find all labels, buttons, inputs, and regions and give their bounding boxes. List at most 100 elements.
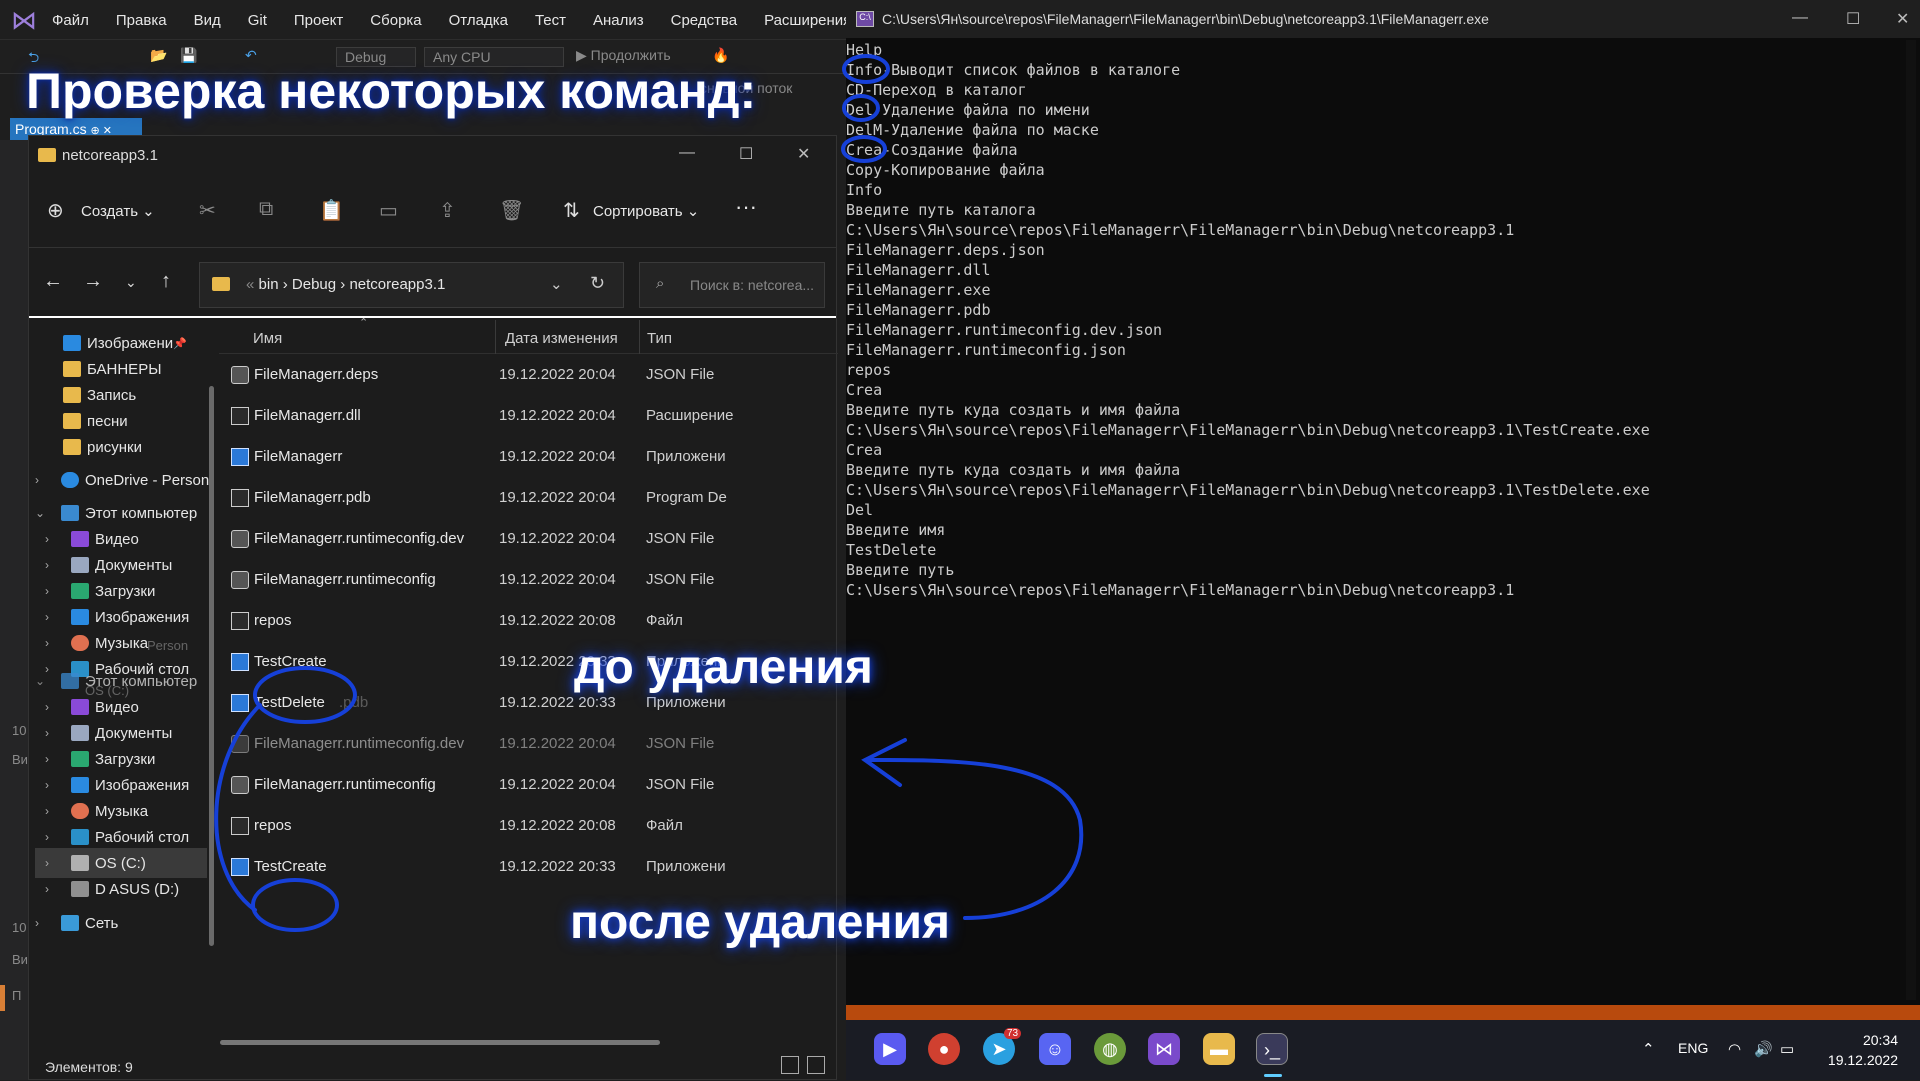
chevron-right-icon[interactable]: › bbox=[45, 882, 59, 896]
create-label: Создать bbox=[81, 203, 139, 220]
file-row[interactable]: FileManagerr.runtimeconfig 19.12.2022 20:… bbox=[219, 559, 838, 600]
file-row[interactable]: FileManagerr.deps 19.12.2022 20:04 JSON Fi… bbox=[219, 354, 838, 395]
menu-build[interactable]: Сборка bbox=[370, 12, 421, 29]
close-icon[interactable]: ✕ bbox=[797, 144, 810, 164]
sort-button[interactable]: Сортировать ⌄ bbox=[593, 202, 699, 220]
column-type[interactable]: Тип bbox=[647, 330, 672, 347]
chevron-right-icon[interactable]: › bbox=[45, 532, 59, 546]
visual-studio-icon[interactable]: ⋈ bbox=[1148, 1033, 1180, 1065]
menu-view[interactable]: Вид bbox=[194, 12, 221, 29]
visual-studio-logo-icon[interactable]: ⋈ bbox=[8, 4, 40, 36]
address-bar[interactable]: « bin › Debug › netcoreapp3.1 ⌄ ↻ bbox=[199, 262, 624, 308]
terminal-icon[interactable]: ›_ bbox=[1256, 1033, 1288, 1065]
chevron-right-icon[interactable]: › bbox=[45, 804, 59, 818]
tiles-view-icon[interactable] bbox=[807, 1056, 825, 1074]
menu-analyze[interactable]: Анализ bbox=[593, 12, 644, 29]
active-indicator bbox=[1264, 1074, 1282, 1077]
tray-chevron-icon[interactable]: ⌃ bbox=[1642, 1040, 1655, 1058]
menu-debug[interactable]: Отладка bbox=[449, 12, 508, 29]
maximize-icon[interactable]: ☐ bbox=[1846, 9, 1860, 29]
delete-icon[interactable]: 🗑 bbox=[499, 198, 524, 223]
crumb-debug[interactable]: Debug bbox=[292, 276, 336, 293]
console-line: Введите путь каталога bbox=[846, 201, 1036, 219]
nav-item-network[interactable]: › Сеть bbox=[35, 908, 118, 938]
chevron-down-icon[interactable]: ⌄ bbox=[35, 506, 49, 520]
rename-icon[interactable]: ▭ bbox=[379, 198, 398, 223]
meet-icon[interactable]: ▶ bbox=[874, 1033, 906, 1065]
console-scrollbar[interactable] bbox=[1906, 40, 1916, 1000]
recent-chevron-icon[interactable]: ⌄ bbox=[125, 274, 137, 291]
menu-extensions[interactable]: Расширения bbox=[764, 12, 851, 29]
menu-git[interactable]: Git bbox=[248, 12, 267, 29]
file-explorer-icon[interactable]: ▬ bbox=[1203, 1033, 1235, 1065]
cut-icon[interactable]: ✂ bbox=[199, 198, 216, 223]
chevron-right-icon[interactable]: › bbox=[45, 752, 59, 766]
nav-item-onedrive[interactable]: › OneDrive - Person bbox=[35, 465, 209, 495]
details-view-icon[interactable] bbox=[781, 1056, 799, 1074]
file-row[interactable]: FileManagerr.runtimeconfig.dev 19.12.2022… bbox=[219, 723, 838, 764]
folder-icon bbox=[63, 413, 81, 429]
horizontal-scrollbar[interactable] bbox=[220, 1040, 660, 1045]
system-clock[interactable]: 20:34 19.12.2022 bbox=[1828, 1030, 1898, 1070]
menu-file[interactable]: Файл bbox=[52, 12, 89, 29]
maximize-icon[interactable]: ☐ bbox=[739, 144, 753, 164]
file-row[interactable]: TestCreate 19.12.2022 20:33 Приложени bbox=[219, 846, 838, 887]
chevron-right-icon[interactable]: › bbox=[45, 830, 59, 844]
chevron-right-icon[interactable]: › bbox=[45, 610, 59, 624]
file-row[interactable]: FileManagerr 19.12.2022 20:04 Приложени bbox=[219, 436, 838, 477]
column-name[interactable]: Имя bbox=[253, 330, 282, 347]
file-row[interactable]: repos 19.12.2022 20:08 Файл bbox=[219, 805, 838, 846]
search-icon: ⌕ bbox=[656, 275, 665, 292]
file-row[interactable]: repos 19.12.2022 20:08 Файл bbox=[219, 600, 838, 641]
wifi-icon[interactable]: ◠ bbox=[1728, 1040, 1741, 1058]
chevron-right-icon[interactable]: › bbox=[45, 726, 59, 740]
nav-item[interactable]: рисунки bbox=[63, 432, 142, 462]
chrome-icon[interactable]: ● bbox=[928, 1033, 960, 1065]
paste-icon[interactable]: 📋 bbox=[319, 198, 344, 223]
nav-item[interactable]: › D ASUS (D:) bbox=[45, 874, 179, 904]
column-date[interactable]: Дата изменения bbox=[505, 330, 618, 347]
volume-icon[interactable]: 🔊 bbox=[1754, 1040, 1773, 1058]
battery-icon[interactable]: ▭ bbox=[1780, 1040, 1794, 1058]
minimize-icon[interactable]: — bbox=[679, 144, 695, 162]
discord-icon[interactable]: ☺ bbox=[1039, 1033, 1071, 1065]
menu-project[interactable]: Проект bbox=[294, 12, 343, 29]
game-icon[interactable]: ◍ bbox=[1094, 1033, 1126, 1065]
nav-scrollbar[interactable] bbox=[209, 386, 214, 946]
chevron-right-icon[interactable]: › bbox=[45, 584, 59, 598]
up-arrow-icon[interactable]: ↑ bbox=[161, 270, 171, 293]
chevron-right-icon[interactable]: › bbox=[35, 473, 49, 487]
forward-arrow-icon[interactable]: → bbox=[83, 270, 103, 293]
search-input[interactable]: ⌕ Поиск в: netcorea... bbox=[639, 262, 825, 308]
file-name: FileManagerr.dll bbox=[254, 407, 361, 424]
crumb-netcore[interactable]: netcoreapp3.1 bbox=[349, 276, 445, 293]
menu-edit[interactable]: Правка bbox=[116, 12, 167, 29]
refresh-icon[interactable]: ↻ bbox=[590, 273, 605, 294]
file-row[interactable]: FileManagerr.dll 19.12.2022 20:04 Расширен… bbox=[219, 395, 838, 436]
close-icon[interactable]: ✕ bbox=[1896, 9, 1909, 29]
chevron-right-icon[interactable]: › bbox=[45, 700, 59, 714]
crumb-bin[interactable]: bin bbox=[259, 276, 279, 293]
file-row[interactable]: FileManagerr.runtimeconfig 19.12.2022 20:… bbox=[219, 764, 838, 805]
chevron-right-icon[interactable]: › bbox=[45, 636, 59, 650]
more-icon[interactable]: ··· bbox=[735, 194, 757, 220]
chevron-down-icon[interactable]: ⌄ bbox=[35, 674, 49, 688]
create-button[interactable]: Создать ⌄ bbox=[81, 202, 155, 220]
back-arrow-icon[interactable]: ← bbox=[43, 270, 63, 293]
column-divider[interactable] bbox=[639, 320, 640, 354]
menu-test[interactable]: Тест bbox=[535, 12, 566, 29]
copy-icon[interactable]: ⧉ bbox=[259, 198, 273, 221]
chevron-right-icon[interactable]: › bbox=[45, 856, 59, 870]
chevron-right-icon[interactable]: › bbox=[35, 916, 49, 930]
menu-tools[interactable]: Средства bbox=[671, 12, 737, 29]
column-divider[interactable] bbox=[495, 320, 496, 354]
address-dropdown-icon[interactable]: ⌄ bbox=[550, 275, 563, 293]
share-icon[interactable]: ⇪ bbox=[439, 198, 456, 223]
language-indicator[interactable]: ENG bbox=[1678, 1040, 1708, 1056]
minimize-icon[interactable]: — bbox=[1792, 9, 1808, 27]
console-line: C:\Users\Ян\source\repos\FileManagerr\Fi… bbox=[846, 221, 1515, 239]
chevron-right-icon[interactable]: › bbox=[45, 778, 59, 792]
file-row[interactable]: FileManagerr.pdb 19.12.2022 20:04 Program … bbox=[219, 477, 838, 518]
chevron-right-icon[interactable]: › bbox=[45, 558, 59, 572]
file-row[interactable]: FileManagerr.runtimeconfig.dev 19.12.2022… bbox=[219, 518, 838, 559]
